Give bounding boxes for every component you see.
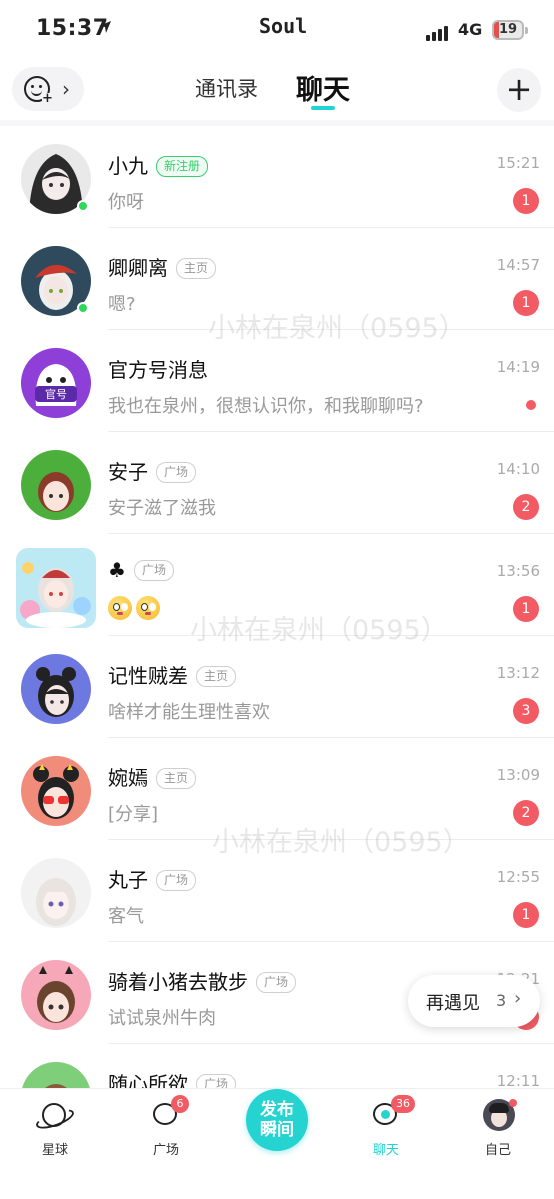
notification-dot <box>509 1099 517 1107</box>
contact-name: 丸子 <box>108 868 148 892</box>
contact-name: 骑着小猪去散步 <box>108 970 248 994</box>
shy-emoji-icon <box>136 596 160 620</box>
unread-badge: 2 <box>513 494 539 520</box>
last-message: 嗯? <box>108 294 136 315</box>
unread-badge: 1 <box>513 188 539 214</box>
unread-badge: 2 <box>513 800 539 826</box>
contact-name: 小九 <box>108 154 148 178</box>
unread-badge: 1 <box>513 902 539 928</box>
contact-name: 安子 <box>108 460 148 484</box>
square-badge: 6 <box>171 1095 189 1113</box>
tab-chat-bottom[interactable]: 36 聊天 <box>351 1095 421 1158</box>
message-time: 14:10 <box>496 460 540 478</box>
tab-planet[interactable]: 星球 <box>20 1099 90 1158</box>
online-indicator <box>77 200 89 212</box>
avatar-framed[interactable] <box>16 548 96 628</box>
last-message <box>108 596 164 620</box>
tab-square-label: 广场 <box>152 1143 179 1158</box>
conversation-list[interactable]: 小九 新注册 你呀 15:21 1 卿卿离 主页 嗯? 14:57 1 官号 官方号… <box>0 120 554 1090</box>
reunite-button[interactable]: 再遇见 3 › <box>408 975 540 1027</box>
source-tag: 广场 <box>256 972 297 993</box>
source-tag: 主页 <box>176 258 217 279</box>
bottom-tab-bar: 星球 6 广场 发布 瞬间 36 聊天 自己 <box>0 1088 554 1199</box>
conversation-row[interactable]: 记性贼差 主页 啥样才能生理性喜欢 13:12 3 <box>0 636 554 738</box>
conversation-row[interactable]: 随心所欲 广场 12:11 <box>0 1044 554 1090</box>
battery-icon: 19 <box>492 20 528 40</box>
message-time: 14:19 <box>496 358 540 376</box>
tab-square[interactable]: 6 广场 <box>131 1095 201 1158</box>
online-indicator <box>77 302 89 314</box>
message-time: 12:55 <box>496 868 540 886</box>
conversation-row[interactable]: ♣ 广场 13:56 1 <box>0 534 554 636</box>
message-time: 14:57 <box>496 256 540 274</box>
new-user-tag: 新注册 <box>156 156 209 177</box>
shy-emoji-icon <box>108 596 132 620</box>
conversation-row[interactable]: 婉嫣 主页 [分享] 13:09 2 <box>0 738 554 840</box>
reunite-label: 再遇见 <box>426 993 480 1014</box>
message-time: 13:09 <box>496 766 540 784</box>
status-bar: 15:37 Soul 4G 19 <box>0 0 554 60</box>
tab-contacts[interactable]: 通讯录 <box>195 73 258 103</box>
tab-planet-label: 星球 <box>41 1143 68 1158</box>
last-message: 安子滋了滋我 <box>108 498 216 519</box>
source-tag: 广场 <box>133 560 174 581</box>
last-message: 啥样才能生理性喜欢 <box>108 702 270 723</box>
conversation-row[interactable]: 官号 官方号消息 我也在泉州，很想认识你，和我聊聊吗? 14:19 <box>0 330 554 432</box>
mood-button[interactable]: + › <box>12 67 84 111</box>
tab-indicator <box>311 106 335 110</box>
last-message: 我也在泉州，很想认识你，和我聊聊吗? <box>108 396 424 417</box>
conversation-row[interactable]: 安子 广场 安子滋了滋我 14:10 2 <box>0 432 554 534</box>
last-message: 试试泉州牛肉 <box>108 1008 216 1029</box>
source-tag: 广场 <box>156 462 197 483</box>
chat-badge: 36 <box>391 1095 415 1113</box>
unread-dot <box>526 400 536 410</box>
chevron-right-icon: › <box>62 77 70 101</box>
avatar[interactable] <box>21 960 91 1030</box>
source-tag: 主页 <box>196 666 237 687</box>
tab-chat-label: 聊天 <box>372 1143 399 1158</box>
last-message: 你呀 <box>108 192 144 213</box>
unread-badge: 1 <box>513 290 539 316</box>
contact-name: 卿卿离 <box>108 256 168 280</box>
contact-name: ♣ <box>108 558 126 582</box>
avatar[interactable] <box>21 450 91 520</box>
conversation-row[interactable]: 卿卿离 主页 嗯? 14:57 1 <box>0 228 554 330</box>
official-avatar-text: 官号 <box>45 387 67 401</box>
location-arrow-icon <box>99 21 111 33</box>
conversation-row[interactable]: 丸子 广场 客气 12:55 1 <box>0 840 554 942</box>
avatar[interactable] <box>21 756 91 826</box>
contact-name: 官方号消息 <box>108 358 208 382</box>
reunite-count: 3 <box>496 991 507 1010</box>
chevron-right-icon: › <box>514 988 522 1009</box>
signal-icon <box>426 22 450 41</box>
last-message: [分享] <box>108 804 159 825</box>
top-bar: + › 通讯录 聊天 + <box>0 60 554 120</box>
unread-badge: 3 <box>513 698 539 724</box>
last-message: 客气 <box>108 906 144 927</box>
avatar[interactable] <box>21 1062 91 1090</box>
message-time: 13:56 <box>496 562 540 580</box>
source-tag: 主页 <box>156 768 197 789</box>
contact-name: 记性贼差 <box>108 664 188 688</box>
conversation-row[interactable]: 小九 新注册 你呀 15:21 1 <box>0 126 554 228</box>
source-tag: 广场 <box>156 870 197 891</box>
tab-me-label: 自己 <box>484 1143 511 1158</box>
message-time: 13:12 <box>496 664 540 682</box>
avatar[interactable] <box>21 654 91 724</box>
avatar[interactable] <box>21 858 91 928</box>
add-button[interactable]: + <box>497 68 541 112</box>
tab-me[interactable]: 自己 <box>463 1099 533 1158</box>
app-name: Soul <box>259 14 308 38</box>
official-avatar[interactable]: 官号 <box>21 348 91 418</box>
planet-icon <box>42 1103 66 1127</box>
tab-chat[interactable]: 聊天 <box>296 68 350 107</box>
message-time: 15:21 <box>496 154 540 172</box>
publish-button[interactable]: 发布 瞬间 <box>246 1089 308 1151</box>
network-type: 4G <box>458 20 483 39</box>
unread-badge: 1 <box>513 596 539 622</box>
contact-name: 婉嫣 <box>108 766 148 790</box>
